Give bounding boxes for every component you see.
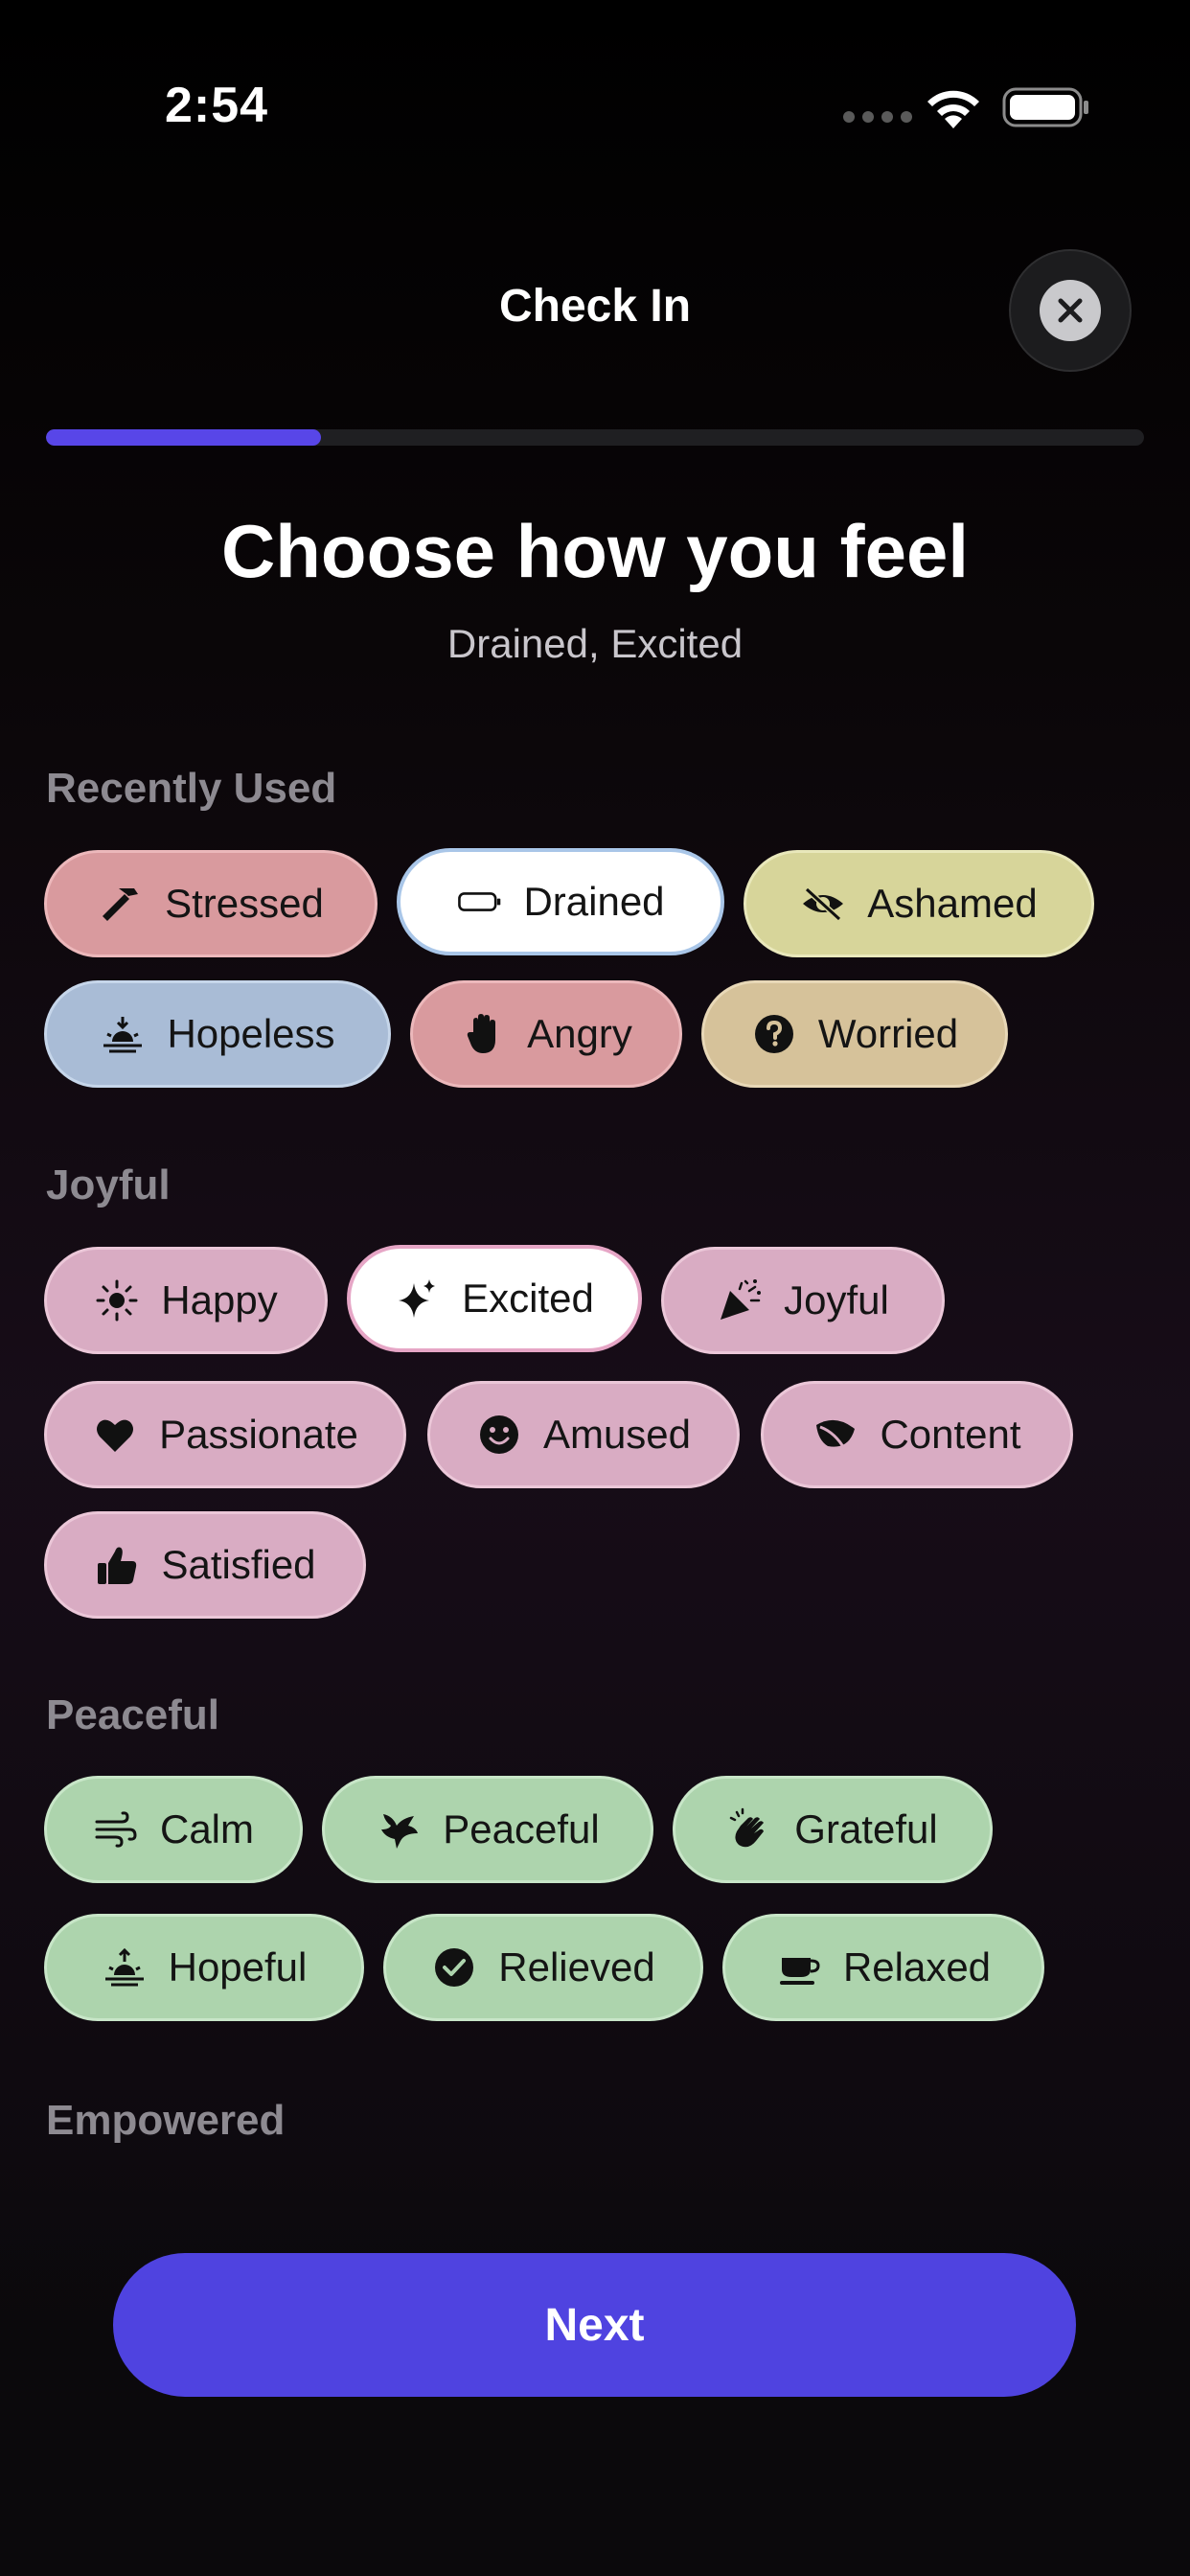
section-title-joyful: Joyful <box>46 1162 171 1208</box>
heart-icon <box>97 1419 134 1452</box>
checkmark-circle-icon <box>435 1948 474 1987</box>
chip-label: Relaxed <box>842 1944 992 1990</box>
chip-label: Joyful <box>784 1277 889 1322</box>
clapping-hands-icon <box>730 1807 765 1848</box>
chip-label: Stressed <box>165 881 324 926</box>
wind-icon <box>95 1811 137 1848</box>
chip-relieved[interactable]: Relieved <box>383 1914 703 2021</box>
cup-icon <box>779 1958 820 1985</box>
sunset-icon <box>103 1017 143 1053</box>
chip-label: Angry <box>527 1011 632 1056</box>
chip-excited[interactable]: Excited <box>347 1245 642 1352</box>
progress-bar <box>46 429 1144 446</box>
bird-icon <box>381 1814 419 1849</box>
chip-passionate[interactable]: Passionate <box>44 1381 406 1488</box>
eye-slash-icon <box>803 886 844 922</box>
close-button[interactable] <box>1009 249 1132 372</box>
chip-label: Hopeful <box>168 1944 308 1990</box>
battery-empty-icon <box>458 892 501 911</box>
chip-calm[interactable]: Calm <box>44 1776 303 1883</box>
chip-label: Content <box>880 1412 1021 1457</box>
status-bar: 2:54 <box>0 0 1190 211</box>
chip-peaceful[interactable]: Peaceful <box>322 1776 653 1883</box>
sun-icon <box>96 1279 138 1322</box>
chip-amused[interactable]: Amused <box>427 1381 740 1488</box>
status-time: 2:54 <box>165 78 269 133</box>
cellular-signal-icon <box>843 111 912 123</box>
chip-content[interactable]: Content <box>761 1381 1073 1488</box>
next-button[interactable]: Next <box>113 2253 1076 2397</box>
chip-label: Worried <box>817 1011 959 1056</box>
chip-label: Peaceful <box>443 1806 600 1852</box>
leaf-icon <box>816 1419 856 1451</box>
chip-label: Ashamed <box>867 881 1038 926</box>
raised-hand-icon <box>467 1014 496 1053</box>
chip-label: Excited <box>462 1276 594 1321</box>
chip-label: Hopeless <box>167 1011 335 1056</box>
chip-ashamed[interactable]: Ashamed <box>744 850 1094 957</box>
chip-label: Amused <box>542 1412 692 1457</box>
wifi-icon <box>927 90 979 128</box>
chip-satisfied[interactable]: Satisfied <box>44 1511 366 1619</box>
chip-relaxed[interactable]: Relaxed <box>722 1914 1044 2021</box>
close-icon <box>1058 298 1083 323</box>
chip-label: Calm <box>159 1806 254 1852</box>
party-popper-icon <box>721 1279 762 1320</box>
section-title-peaceful: Peaceful <box>46 1691 219 1738</box>
chip-angry[interactable]: Angry <box>410 980 682 1088</box>
sunrise-icon <box>104 1947 144 1987</box>
thumbs-up-icon <box>98 1547 137 1584</box>
chip-label: Passionate <box>159 1412 358 1457</box>
hammer-icon <box>103 888 139 921</box>
section-title-empowered: Empowered <box>46 2097 286 2144</box>
chip-label: Grateful <box>794 1806 938 1852</box>
smiley-face-icon <box>479 1415 518 1454</box>
battery-icon <box>1002 87 1088 127</box>
chip-drained[interactable]: Drained <box>397 848 724 955</box>
question-circle-icon <box>754 1015 793 1053</box>
chip-label: Drained <box>523 879 665 924</box>
chip-label: Satisfied <box>161 1542 316 1587</box>
chip-hopeless[interactable]: Hopeless <box>44 980 391 1088</box>
section-title-recently-used: Recently Used <box>46 765 337 812</box>
page-title: Choose how you feel <box>220 509 970 593</box>
chip-joyful[interactable]: Joyful <box>661 1247 945 1354</box>
progress-fill <box>46 429 321 446</box>
chip-label: Relieved <box>498 1944 655 1990</box>
chip-stressed[interactable]: Stressed <box>44 850 378 957</box>
chip-grateful[interactable]: Grateful <box>673 1776 993 1883</box>
sparkles-icon <box>399 1279 436 1318</box>
chip-label: Happy <box>161 1277 278 1322</box>
chip-worried[interactable]: Worried <box>701 980 1008 1088</box>
chip-hopeful[interactable]: Hopeful <box>44 1914 364 2021</box>
chip-happy[interactable]: Happy <box>44 1247 328 1354</box>
selected-emotions-summary: Drained, Excited <box>446 621 744 666</box>
